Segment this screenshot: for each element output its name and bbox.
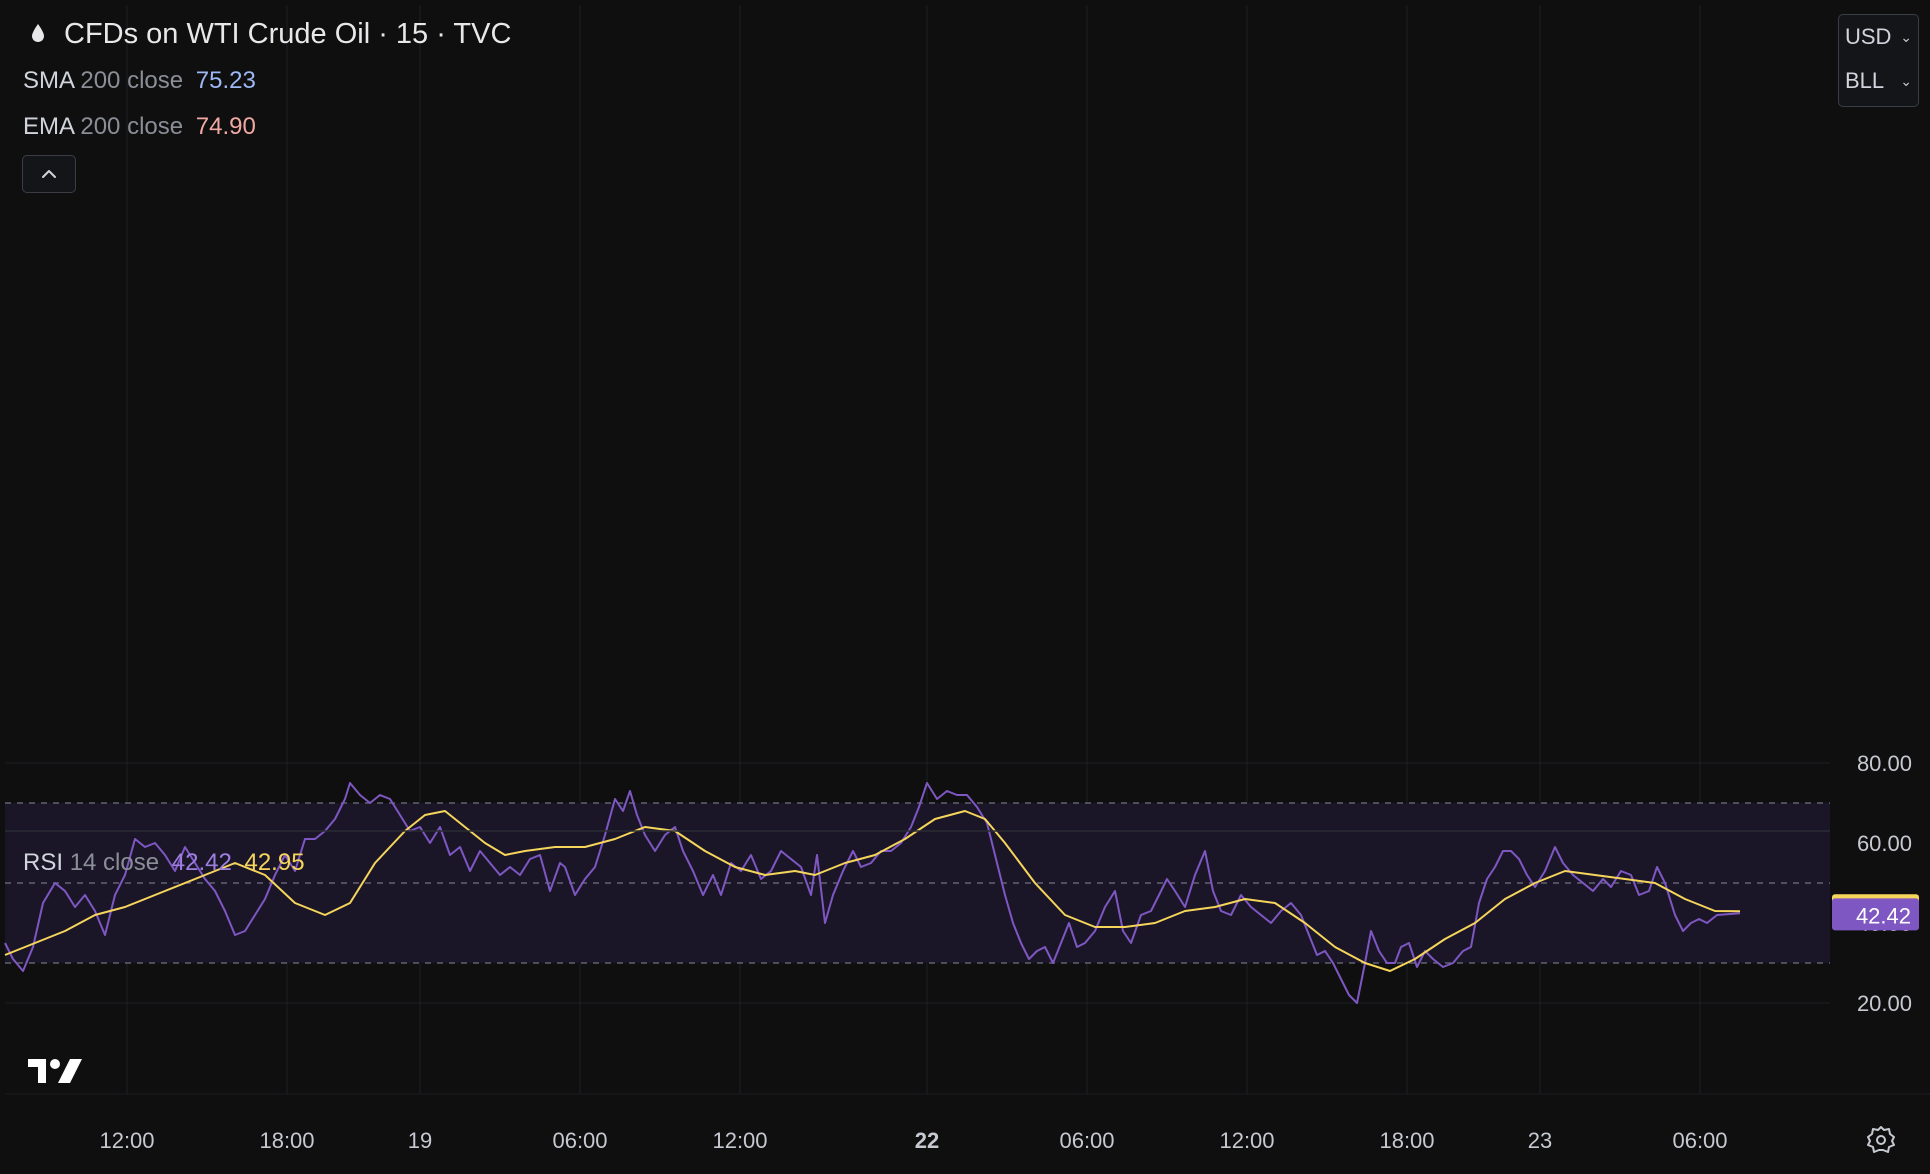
rsi-value: 42.42 bbox=[171, 849, 232, 876]
oil-drop-icon bbox=[24, 19, 52, 49]
time-tick-label: 12:00 bbox=[99, 1128, 154, 1153]
rsi-legend[interactable]: RSI 14 close 42.42 42.95 bbox=[23, 849, 305, 877]
rsi-name: RSI bbox=[23, 849, 64, 876]
currency-dropdown[interactable]: USD ⌄ bbox=[1839, 15, 1918, 59]
sma-name: SMA bbox=[23, 67, 74, 94]
chevron-down-icon: ⌄ bbox=[1900, 28, 1912, 45]
sma-value: 75.23 bbox=[195, 67, 256, 94]
time-tick-label: 12:00 bbox=[712, 1128, 767, 1153]
ema-params: 200 close bbox=[80, 113, 184, 140]
rsi-badge-text: 42.42 bbox=[1856, 903, 1911, 928]
chart-canvas[interactable]: 72.5073.0073.5074.0074.5075.0075.5076.00… bbox=[0, 0, 1930, 1169]
time-tick-label: 18:00 bbox=[1379, 1128, 1434, 1153]
chart-title: CFDs on WTI Crude Oil · 15 · TVC bbox=[64, 18, 512, 50]
tradingview-logo[interactable] bbox=[26, 1056, 86, 1086]
time-tick-label: 06:00 bbox=[552, 1128, 607, 1153]
time-tick-label: 22 bbox=[915, 1128, 939, 1153]
time-tick-label: 06:00 bbox=[1059, 1128, 1114, 1153]
currency-label: USD bbox=[1845, 24, 1892, 49]
time-tick-label: 18:00 bbox=[259, 1128, 314, 1153]
currency-unit-selector[interactable]: USD ⌄ BLL ⌄ bbox=[1838, 14, 1919, 107]
time-tick-label: 12:00 bbox=[1219, 1128, 1274, 1153]
background bbox=[0, 0, 1930, 1169]
collapse-legend-button[interactable] bbox=[22, 155, 76, 193]
unit-dropdown[interactable]: BLL ⌄ bbox=[1839, 59, 1918, 103]
ema-value: 74.90 bbox=[195, 113, 256, 140]
time-tick-label: 06:00 bbox=[1672, 1128, 1727, 1153]
time-tick-label: 23 bbox=[1528, 1128, 1552, 1153]
rsi-ma-value: 42.95 bbox=[244, 849, 305, 876]
chevron-up-icon bbox=[42, 170, 56, 178]
rsi-tick-label: 80.00 bbox=[1857, 751, 1912, 776]
sma-legend[interactable]: SMA 200 close 75.23 bbox=[23, 67, 256, 95]
chart-frame[interactable]: 72.5073.0073.5074.0074.5075.0075.5076.00… bbox=[0, 0, 1930, 1169]
gear-icon[interactable] bbox=[1866, 1124, 1896, 1154]
time-tick-label: 19 bbox=[408, 1128, 432, 1153]
ema-name: EMA bbox=[23, 113, 74, 140]
rsi-params: 14 close bbox=[69, 849, 160, 876]
ema-legend[interactable]: EMA 200 close 74.90 bbox=[23, 113, 256, 141]
chevron-down-icon: ⌄ bbox=[1900, 72, 1912, 89]
rsi-tick-label: 60.00 bbox=[1857, 831, 1912, 856]
unit-label: BLL bbox=[1845, 68, 1885, 93]
rsi-badge: 42.42 bbox=[1832, 898, 1919, 931]
sma-params: 200 close bbox=[80, 67, 184, 94]
rsi-tick-label: 20.00 bbox=[1857, 991, 1912, 1016]
